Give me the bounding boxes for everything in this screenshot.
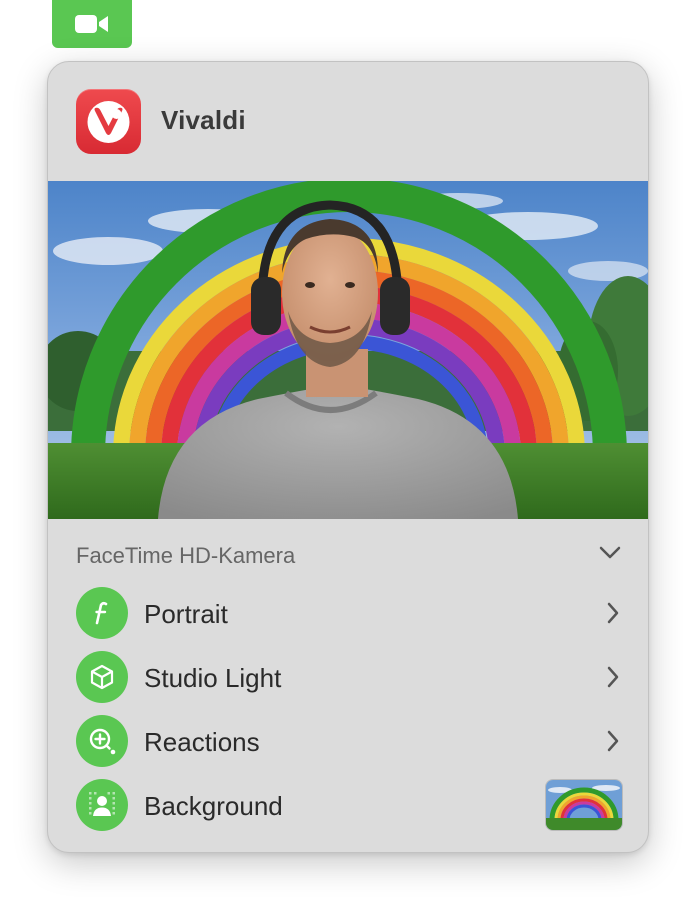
- video-camera-icon: [75, 15, 108, 33]
- chevron-down-icon: [599, 546, 621, 559]
- effect-row-portrait[interactable]: Portrait: [48, 581, 648, 645]
- chevron-right-icon: [607, 666, 619, 688]
- chevron-right-icon: [607, 602, 619, 624]
- effect-label: Reactions: [144, 727, 260, 757]
- camera-selector[interactable]: FaceTime HD-Kamera: [48, 519, 648, 581]
- effect-row-background[interactable]: Background: [48, 773, 648, 837]
- cube-icon: [76, 651, 128, 703]
- menubar-video-button[interactable]: [52, 0, 132, 48]
- camera-preview: [48, 181, 648, 519]
- camera-name: FaceTime HD-Kamera: [76, 543, 296, 568]
- portrait-f-icon: [76, 587, 128, 639]
- chevron-right-icon: [607, 730, 619, 752]
- app-row: Vivaldi: [48, 62, 648, 181]
- reactions-magnifier-icon: [76, 715, 128, 767]
- effect-row-reactions[interactable]: Reactions: [48, 709, 648, 773]
- video-effects-panel: Vivaldi FaceTime HD-Kamera Portrait Stud…: [47, 61, 649, 853]
- app-name: Vivaldi: [161, 105, 246, 135]
- effect-label: Background: [144, 791, 283, 821]
- person-background-icon: [76, 779, 128, 831]
- effect-label: Portrait: [144, 599, 228, 629]
- vivaldi-logo-icon: [76, 89, 141, 154]
- effect-label: Studio Light: [144, 663, 282, 693]
- background-thumbnail[interactable]: [546, 780, 622, 830]
- effect-row-studio-light[interactable]: Studio Light: [48, 645, 648, 709]
